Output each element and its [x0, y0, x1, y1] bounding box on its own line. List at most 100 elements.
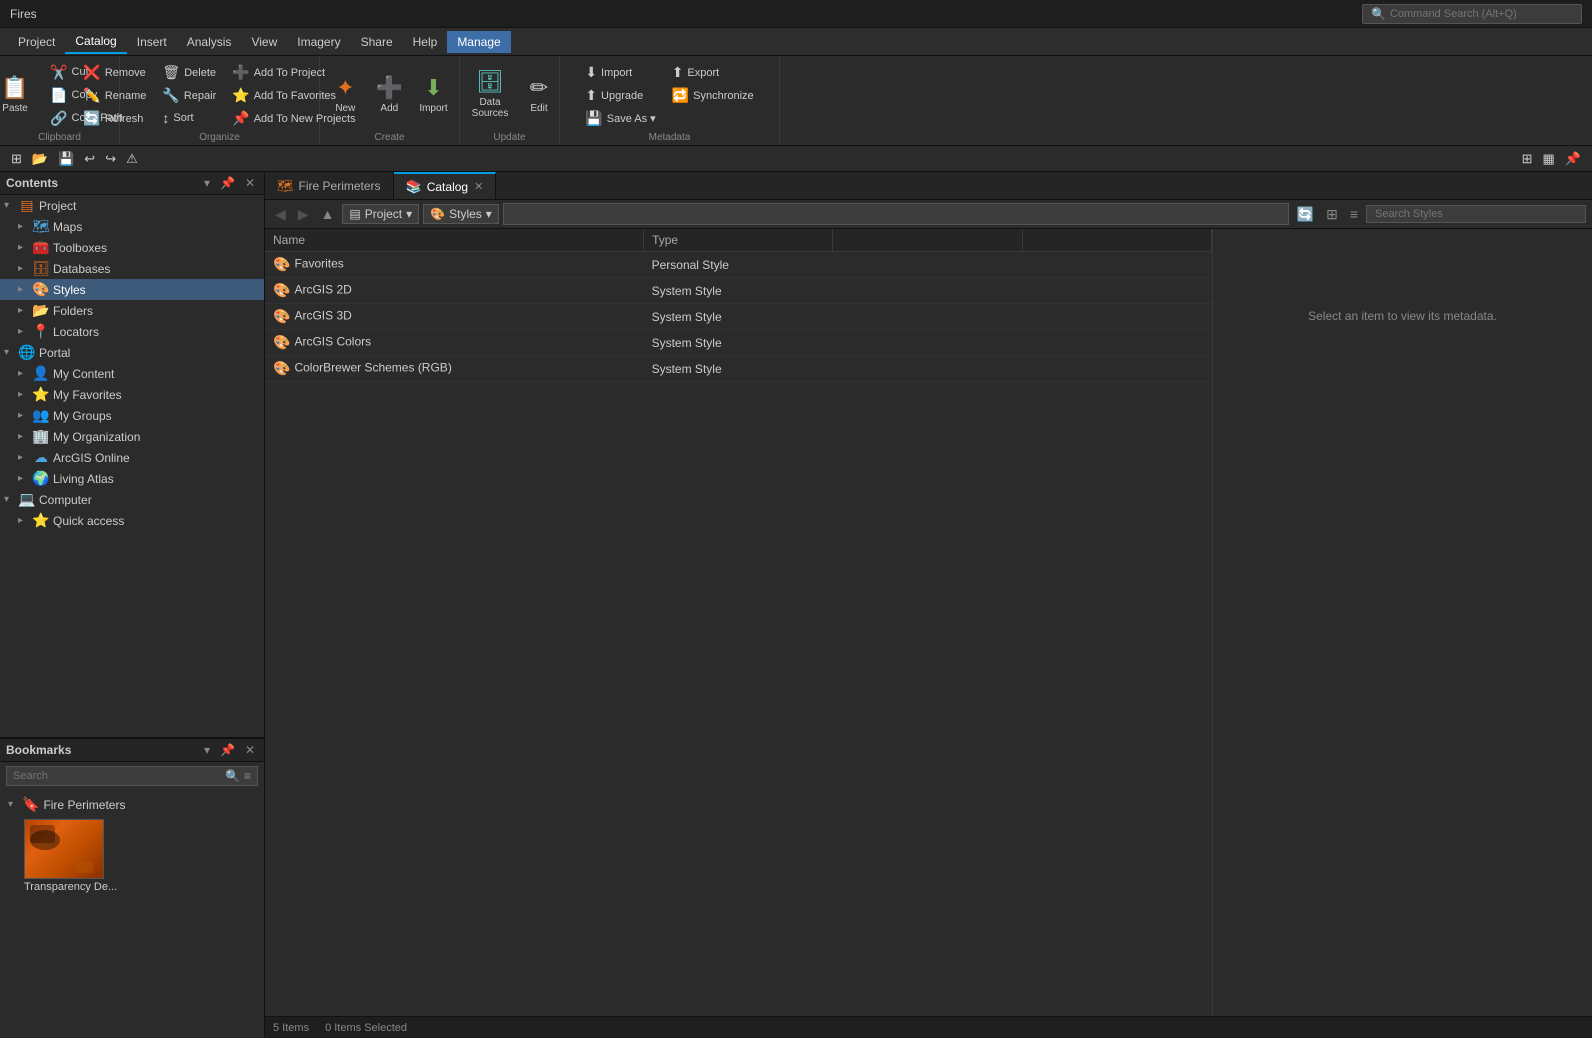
catalog-list[interactable]: Name Type 🎨Favorites Personal Style 🎨Arc… [265, 229, 1212, 1016]
organize-group-label: Organize [120, 132, 319, 143]
tree-item-living-atlas[interactable]: ▸ 🌍 Living Atlas [0, 468, 264, 489]
ribbon-group-organize: ❌ Remove ✏️ Rename 🔄 Refresh 🗑 Delete [120, 56, 320, 145]
menu-insert[interactable]: Insert [127, 31, 177, 53]
bookmarks-search-box[interactable]: 🔍 ≡ [6, 766, 258, 786]
import-meta-button[interactable]: ⬇ Import [579, 62, 661, 83]
export-button[interactable]: ⬆ Export [666, 62, 760, 83]
repair-button[interactable]: 🔧 Repair [156, 85, 222, 106]
import-create-button[interactable]: ⬇ Import [413, 60, 453, 128]
catalog-list-view-button[interactable]: ⊞ [1322, 204, 1342, 225]
bookmarks-close-button[interactable]: ✕ [242, 742, 258, 758]
tree-item-my-groups[interactable]: ▸ 👥 My Groups [0, 405, 264, 426]
qa-layers-icon[interactable]: ⊞ [8, 149, 25, 169]
col-3[interactable] [833, 229, 1022, 252]
pane-pin-button[interactable]: 📌 [217, 175, 238, 191]
catalog-content: Name Type 🎨Favorites Personal Style 🎨Arc… [265, 229, 1592, 1016]
table-row[interactable]: 🎨ArcGIS 2D System Style [265, 278, 1212, 304]
bookmark-item-transparency[interactable]: ▸ Transparency De... [4, 815, 260, 897]
menu-catalog[interactable]: Catalog [65, 30, 126, 54]
nav-back-button[interactable]: ◀ [271, 204, 290, 225]
path-styles-select[interactable]: 🎨 Styles ▾ [423, 204, 499, 224]
bookmarks-search-input[interactable] [13, 770, 225, 782]
tree-item-databases[interactable]: ▸ 🗄 Databases [0, 258, 264, 279]
col-4[interactable] [1022, 229, 1211, 252]
qa-view-toggle-icon[interactable]: ▦ [1540, 149, 1558, 169]
tab-catalog[interactable]: 📚 Catalog ✕ [394, 172, 497, 199]
qa-pin-icon[interactable]: 📌 [1562, 149, 1584, 169]
refresh-button[interactable]: 🔄 Refresh [77, 108, 152, 129]
menu-help[interactable]: Help [403, 31, 448, 53]
path-project-select[interactable]: ▤ Project ▾ [342, 204, 419, 224]
contents-pane: Contents ▾ 📌 ✕ ▾ ▤ Project ▸ 🗺 Maps [0, 172, 264, 738]
edit-button[interactable]: ✏ Edit [522, 60, 557, 128]
col-type[interactable]: Type [644, 229, 833, 252]
catalog-refresh-button[interactable]: 🔄 [1293, 204, 1318, 225]
tree-item-computer[interactable]: ▾ 💻 Computer [0, 489, 264, 510]
command-search-input[interactable] [1390, 8, 1573, 20]
delete-button[interactable]: 🗑 Delete [156, 62, 222, 83]
tree-item-portal[interactable]: ▾ 🌐 Portal [0, 342, 264, 363]
save-as-button[interactable]: 💾 Save As ▾ [579, 108, 661, 129]
bookmarks-pane-title: Bookmarks [6, 743, 71, 757]
paste-button[interactable]: 📋 Paste [0, 60, 40, 128]
tree-item-my-favorites[interactable]: ▸ ⭐ My Favorites [0, 384, 264, 405]
col-name[interactable]: Name [265, 229, 644, 252]
contents-tree-scroll[interactable]: ▾ ▤ Project ▸ 🗺 Maps ▸ 🧰 Toolboxes ▸ 🗄 [0, 195, 264, 737]
catalog-detail-view-button[interactable]: ≡ [1346, 204, 1362, 224]
pane-close-button[interactable]: ✕ [242, 175, 258, 191]
tree-item-folders[interactable]: ▸ 📂 Folders [0, 300, 264, 321]
catalog-search-input[interactable] [1375, 208, 1577, 220]
bookmarks-content[interactable]: ▾ 🔖 Fire Perimeters ▸ Transparency De... [0, 790, 264, 1038]
menu-analysis[interactable]: Analysis [177, 31, 242, 53]
main-layout: Contents ▾ 📌 ✕ ▾ ▤ Project ▸ 🗺 Maps [0, 172, 1592, 1038]
tree-item-toolboxes[interactable]: ▸ 🧰 Toolboxes [0, 237, 264, 258]
bookmarks-pin-button[interactable]: 📌 [217, 742, 238, 758]
catalog-search-box[interactable] [1366, 205, 1586, 223]
status-items-count: 5 Items [273, 1022, 309, 1034]
qa-save-icon[interactable]: 💾 [55, 149, 77, 169]
tree-item-quick-access[interactable]: ▸ ⭐ Quick access [0, 510, 264, 531]
nav-forward-button[interactable]: ▶ [294, 204, 313, 225]
menu-project[interactable]: Project [8, 31, 65, 53]
tab-fire-perimeters[interactable]: 🗺 Fire Perimeters [265, 172, 394, 199]
qa-warning-icon[interactable]: ⚠ [123, 149, 141, 169]
qa-open-icon[interactable]: 📂 [29, 149, 51, 169]
tab-close-button[interactable]: ✕ [474, 180, 483, 193]
data-sources-button[interactable]: 🗄 DataSources [463, 60, 518, 128]
menu-share[interactable]: Share [351, 31, 403, 53]
qa-undo-icon[interactable]: ↩ [81, 149, 98, 169]
remove-button[interactable]: ❌ Remove [77, 62, 152, 83]
upgrade-button[interactable]: ⬆ Upgrade [579, 85, 661, 106]
qa-grid-view-icon[interactable]: ⊞ [1519, 149, 1536, 169]
qa-redo-icon[interactable]: ↪ [102, 149, 119, 169]
tree-item-arcgis-online[interactable]: ▸ ☁ ArcGIS Online [0, 447, 264, 468]
tree-item-my-organization[interactable]: ▸ 🏢 My Organization [0, 426, 264, 447]
new-button[interactable]: ✦ New [325, 60, 365, 128]
command-search-box[interactable]: 🔍 [1362, 4, 1582, 24]
bookmarks-menu-icon[interactable]: ≡ [244, 769, 251, 783]
tree-item-maps[interactable]: ▸ 🗺 Maps [0, 216, 264, 237]
tree-item-my-content[interactable]: ▸ 👤 My Content [0, 363, 264, 384]
title-bar: Fires 🔍 [0, 0, 1592, 28]
contents-pane-header: Contents ▾ 📌 ✕ [0, 172, 264, 195]
menu-view[interactable]: View [241, 31, 287, 53]
tree-item-project[interactable]: ▾ ▤ Project [0, 195, 264, 216]
bookmark-group-fire-perimeters[interactable]: ▾ 🔖 Fire Perimeters [4, 794, 260, 815]
bookmarks-search-icon: 🔍 [225, 769, 240, 783]
nav-up-button[interactable]: ▲ [317, 204, 339, 224]
table-row[interactable]: 🎨ArcGIS 3D System Style [265, 304, 1212, 330]
synchronize-button[interactable]: 🔁 Synchronize [666, 85, 760, 106]
menu-manage[interactable]: Manage [447, 31, 510, 53]
table-row[interactable]: 🎨Favorites Personal Style [265, 252, 1212, 278]
menu-imagery[interactable]: Imagery [287, 31, 350, 53]
table-row[interactable]: 🎨ColorBrewer Schemes (RGB) System Style [265, 356, 1212, 382]
table-row[interactable]: 🎨ArcGIS Colors System Style [265, 330, 1212, 356]
add-button[interactable]: ➕ Add [369, 60, 409, 128]
pane-minimize-button[interactable]: ▾ [201, 175, 213, 191]
bookmarks-minimize-button[interactable]: ▾ [201, 742, 213, 758]
tree-item-locators[interactable]: ▸ 📍 Locators [0, 321, 264, 342]
sort-button[interactable]: ↕ Sort [156, 108, 222, 128]
catalog-table: Name Type 🎨Favorites Personal Style 🎨Arc… [265, 229, 1212, 382]
rename-button[interactable]: ✏️ Rename [77, 85, 152, 106]
tree-item-styles[interactable]: ▸ 🎨 Styles [0, 279, 264, 300]
